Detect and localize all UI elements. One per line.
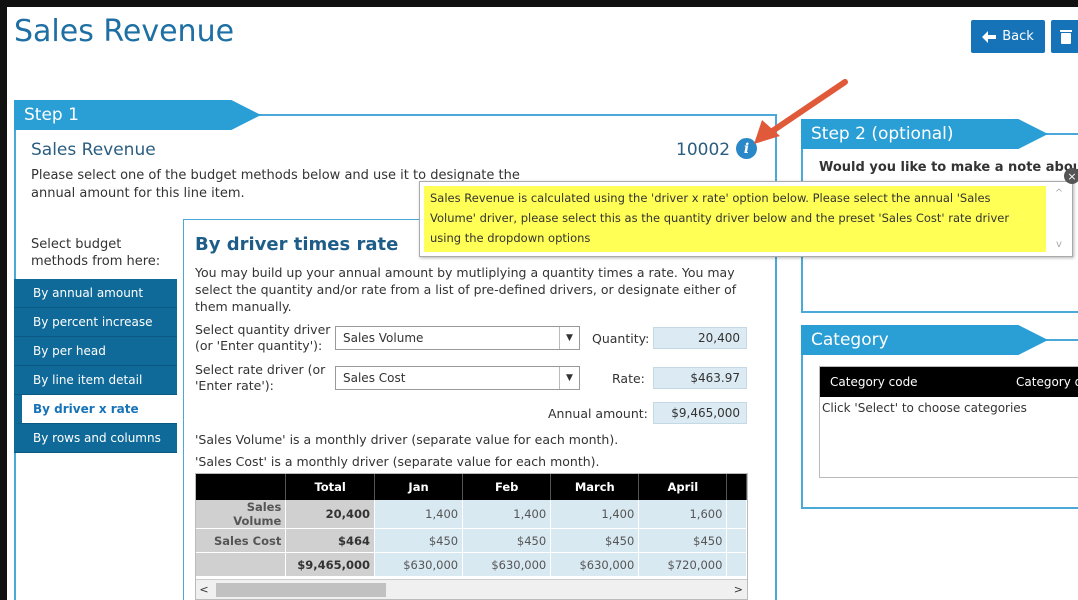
grid-cell[interactable]: $450 (462, 528, 552, 553)
grid-cell (726, 552, 747, 577)
grid-header-cell: Total (285, 474, 375, 500)
grid-cell[interactable]: 1,600 (638, 500, 728, 529)
chevron-down-icon: ▼ (559, 327, 579, 349)
scroll-down-icon[interactable]: v (1056, 239, 1062, 250)
row-label: Sales Cost (196, 528, 287, 553)
grid-cell: $720,000 (638, 552, 728, 577)
category-code-header: Category code (830, 375, 918, 389)
info-tooltip: Sales Revenue is calculated using the 'd… (419, 181, 1073, 257)
quantity-driver-note: 'Sales Volume' is a monthly driver (sepa… (195, 432, 619, 447)
table-row: Sales Cost $464 $450 $450 $450 $450 (196, 528, 747, 553)
method-title: By driver times rate (195, 234, 399, 255)
grid-cell: $630,000 (550, 552, 640, 577)
back-button-label: Back (1002, 29, 1034, 44)
window-frame-top (0, 0, 1078, 7)
grid-header-cell (726, 474, 747, 500)
grid-header-cell: Jan (374, 474, 464, 500)
nav-item-line-item-detail[interactable]: By line item detail (14, 366, 177, 395)
grid-cell[interactable]: $450 (638, 528, 728, 553)
rate-label: Rate: (612, 371, 645, 386)
nav-item-per-head[interactable]: By per head (14, 337, 177, 366)
budget-method-nav: By annual amount By percent increase By … (14, 279, 177, 453)
annual-amount-field: $9,465,000 (653, 402, 747, 424)
rate-field: $463.97 (653, 367, 747, 389)
grid-cell: $630,000 (374, 552, 464, 577)
line-item-code: 10002 (676, 140, 731, 160)
quantity-driver-value: Sales Volume (343, 331, 424, 345)
rate-driver-select[interactable]: Sales Cost ▼ (335, 366, 580, 390)
scroll-right-icon[interactable]: > (734, 583, 743, 596)
grid-cell: $630,000 (462, 552, 552, 577)
rate-driver-value: Sales Cost (343, 371, 406, 385)
rate-driver-label: Select rate driver (or 'Enter rate'): (195, 362, 326, 393)
rate-driver-note: 'Sales Cost' is a monthly driver (separa… (195, 454, 600, 469)
step2-tab: Step 2 (optional) (801, 119, 1048, 149)
table-row: $9,465,000 $630,000 $630,000 $630,000 $7… (196, 552, 747, 577)
quantity-driver-label: Select quantity driver (or 'Enter quanti… (195, 322, 331, 353)
chevron-down-icon: ▼ (559, 367, 579, 389)
scroll-up-icon[interactable]: ^ (1055, 188, 1063, 199)
nav-label: Select budget methods from here: (31, 237, 161, 269)
grid-cell[interactable]: 1,400 (462, 500, 552, 529)
grid-header-cell: Feb (462, 474, 552, 500)
category-table: Category code Category d Click 'Select' … (819, 366, 1078, 478)
row-label: Sales Volume (196, 500, 287, 529)
trash-icon (1060, 30, 1072, 44)
nav-item-annual-amount[interactable]: By annual amount (14, 279, 177, 308)
tooltip-text: Sales Revenue is calculated using the 'd… (424, 186, 1046, 252)
scroll-left-icon[interactable]: < (196, 583, 212, 596)
grid-cell[interactable]: $450 (374, 528, 464, 553)
grid-header-cell: March (550, 474, 640, 500)
annual-amount-label: Annual amount: (548, 406, 648, 421)
category-hint: Click 'Select' to choose categories (822, 401, 1027, 415)
close-icon[interactable]: × (1064, 168, 1078, 184)
horizontal-scrollbar[interactable]: < > (196, 579, 747, 599)
category-tab: Category (801, 325, 1048, 355)
line-item-name: Sales Revenue (31, 140, 156, 160)
monthly-data-grid: Total Jan Feb March April Sales Volume 2… (195, 473, 748, 600)
tooltip-scrollbar[interactable]: ^ v (1052, 188, 1066, 250)
step2-question: Would you like to make a note about (819, 160, 1078, 175)
row-total: $464 (285, 528, 375, 553)
back-button[interactable]: Back (971, 20, 1045, 53)
nav-item-percent-increase[interactable]: By percent increase (14, 308, 177, 337)
delete-button[interactable] (1051, 20, 1078, 53)
quantity-field: 20,400 (653, 327, 747, 349)
row-label (196, 552, 287, 577)
grid-header-cell (196, 474, 287, 500)
nav-item-rows-and-columns[interactable]: By rows and columns (14, 424, 177, 453)
grid-cell[interactable]: $450 (550, 528, 640, 553)
table-row: Sales Volume 20,400 1,400 1,400 1,400 1,… (196, 500, 747, 529)
method-description: You may build up your annual amount by m… (195, 265, 737, 314)
quantity-label: Quantity: (592, 331, 650, 346)
grid-cell (726, 528, 747, 553)
row-total: 20,400 (285, 500, 375, 529)
quantity-driver-select[interactable]: Sales Volume ▼ (335, 326, 580, 350)
window-frame-left (0, 0, 7, 600)
grid-cell[interactable]: 1,400 (550, 500, 640, 529)
step1-border (230, 114, 777, 116)
nav-item-driver-x-rate[interactable]: By driver x rate (14, 395, 177, 424)
grid-header-row: Total Jan Feb March April (196, 474, 747, 500)
arrow-left-icon (982, 30, 997, 43)
page-title: Sales Revenue (14, 14, 235, 49)
grid-header-cell: April (638, 474, 728, 500)
category-table-header: Category code Category d (820, 367, 1078, 397)
step1-tab: Step 1 (14, 100, 261, 130)
grid-cell[interactable]: 1,400 (374, 500, 464, 529)
row-total: $9,465,000 (285, 552, 375, 577)
scrollbar-thumb[interactable] (216, 582, 386, 597)
grid-cell (726, 500, 747, 529)
category-description-header: Category d (1016, 375, 1078, 389)
